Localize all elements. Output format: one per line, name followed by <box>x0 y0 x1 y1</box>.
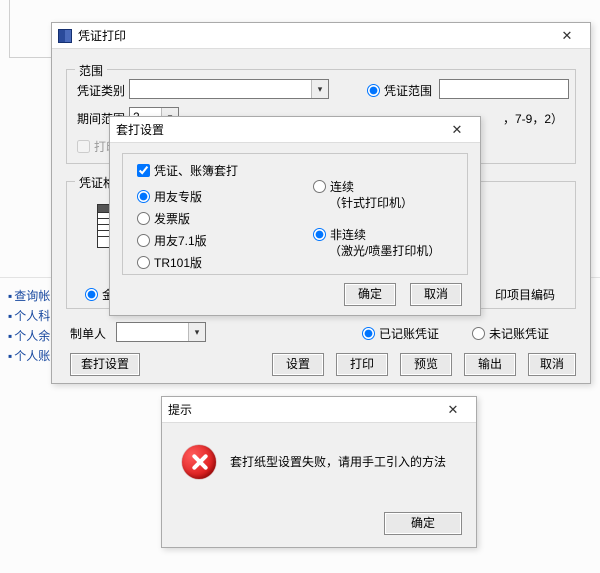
window-title: 凭证打印 <box>78 27 126 44</box>
ok-button[interactable]: 确定 <box>384 512 462 535</box>
app-icon <box>58 29 72 43</box>
scope-legend: 范围 <box>75 62 107 79</box>
window-title: 套打设置 <box>116 121 164 138</box>
print-button[interactable]: 打印 <box>336 353 388 376</box>
error-icon <box>182 445 216 479</box>
opt-noncontinuous[interactable]: 非连续 <box>313 226 366 243</box>
print-project-code-label: 印项目编码 <box>495 286 555 303</box>
unposted-radio[interactable]: 未记账凭证 <box>472 325 549 342</box>
chevron-down-icon[interactable] <box>311 80 328 98</box>
chevron-down-icon[interactable] <box>188 323 205 341</box>
opt-youyou[interactable]: 用友专版 <box>137 188 202 205</box>
voucher-range-radio[interactable]: 凭证范围 <box>367 82 432 99</box>
sidebar-link[interactable]: ▪个人余 <box>8 326 50 346</box>
overlay-checkbox[interactable]: 凭证、账簿套打 <box>137 162 238 179</box>
overlay-settings-button[interactable]: 套打设置 <box>70 353 140 376</box>
cancel-button[interactable]: 取消 <box>410 283 462 306</box>
voucher-type-combo[interactable] <box>129 79 329 99</box>
opt-continuous[interactable]: 连续 <box>313 178 354 195</box>
settings-button[interactable]: 设置 <box>272 353 324 376</box>
overlay-titlebar: 套打设置 ✕ <box>110 117 480 143</box>
cancel-button[interactable]: 取消 <box>528 353 576 376</box>
opt-noncontinuous-hint: （激光/喷墨打印机） <box>329 242 440 259</box>
message-text: 套打纸型设置失败，请用手工引入的方法 <box>230 453 460 470</box>
posted-radio[interactable]: 已记账凭证 <box>362 325 439 342</box>
maker-combo[interactable] <box>116 322 206 342</box>
sidebar-link[interactable]: ▪查询帐 <box>8 286 50 306</box>
overlay-group: 凭证、账簿套打 用友专版 发票版 用友7.1版 TR101版 连续 （针式打印机… <box>122 153 468 275</box>
output-button[interactable]: 输出 <box>464 353 516 376</box>
close-icon[interactable]: ✕ <box>436 401 470 419</box>
opt-invoice[interactable]: 发票版 <box>137 210 190 227</box>
opt-continuous-hint: （针式打印机） <box>329 194 413 211</box>
message-dialog: 提示 ✕ 套打纸型设置失败，请用手工引入的方法 确定 <box>161 396 477 548</box>
overlay-settings-dialog: 套打设置 ✕ 凭证、账簿套打 用友专版 发票版 用友7.1版 TR101版 连续… <box>109 116 481 316</box>
sidebar-link[interactable]: ▪个人账 <box>8 346 50 366</box>
close-icon[interactable]: ✕ <box>550 27 584 45</box>
voucher-type-label: 凭证类别 <box>77 82 125 99</box>
message-titlebar: 提示 ✕ <box>162 397 476 423</box>
close-icon[interactable]: ✕ <box>440 121 474 139</box>
ok-button[interactable]: 确定 <box>344 283 396 306</box>
voucher-print-titlebar: 凭证打印 ✕ <box>52 23 590 49</box>
voucher-range-input[interactable] <box>439 79 569 99</box>
preview-button[interactable]: 预览 <box>400 353 452 376</box>
window-title: 提示 <box>168 401 192 418</box>
range-hint: ，7-9，2） <box>503 110 563 127</box>
maker-label: 制单人 <box>70 325 106 342</box>
sidebar-links: ▪查询帐 ▪个人科 ▪个人余 ▪个人账 <box>8 286 50 366</box>
opt-yy71[interactable]: 用友7.1版 <box>137 232 207 249</box>
opt-tr101[interactable]: TR101版 <box>137 254 202 271</box>
sidebar-link[interactable]: ▪个人科 <box>8 306 50 326</box>
